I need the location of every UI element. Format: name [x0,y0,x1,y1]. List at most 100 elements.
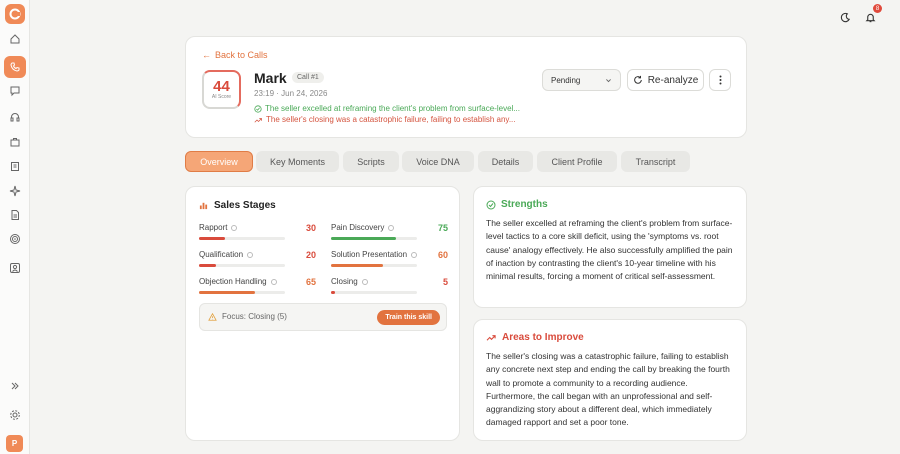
metric-value: 75 [437,223,448,233]
contact-name: Mark [254,70,287,86]
summary-strength-text: The seller excelled at reframing the cli… [265,104,520,113]
sidebar-item-home[interactable] [4,28,26,50]
improve-text: The seller's closing was a catastrophic … [486,351,730,428]
sidebar-item-deals[interactable] [4,131,26,153]
sidebar-item-calls[interactable] [4,56,26,78]
summary-strength: The seller excelled at reframing the cli… [254,104,520,113]
trend-icon [486,335,496,341]
chevrons-right-icon [11,382,19,390]
target-icon [10,234,20,244]
theme-toggle[interactable] [837,9,853,25]
ai-score-value: 44 [213,78,230,95]
info-icon[interactable] [411,251,418,258]
sidebar-item-documents[interactable] [4,204,26,226]
check-circle-icon [486,200,496,209]
tab-voice-dna[interactable]: Voice DNA [402,151,474,172]
improve-title: Areas to Improve [486,332,584,343]
back-to-calls-link[interactable]: ← Back to Calls [202,50,268,60]
call-header-card: ← Back to Calls 44 AI Score Mark Call #1… [185,36,747,138]
info-icon[interactable] [247,251,254,258]
more-options-button[interactable] [709,69,731,91]
reanalyze-label: Re-analyze [647,74,699,86]
metric-label: Closing [331,277,358,286]
headset-icon [10,113,20,122]
warning-icon [208,312,217,321]
strengths-text: The seller excelled at reframing the cli… [486,218,733,282]
sales-stages-card: Sales Stages Rapport 30 Pain Discovery 7… [185,186,460,441]
sparkle-icon [9,185,21,197]
info-icon[interactable] [361,278,368,285]
tab-details[interactable]: Details [478,151,533,172]
metric-bar [331,264,417,267]
metric-bar-fill [199,237,225,240]
metric-bar-fill [331,237,396,240]
metric-bar-fill [199,264,217,267]
status-select-value: Pending [551,75,581,85]
status-select[interactable]: Pending [542,69,621,91]
sidebar-item-users[interactable] [4,257,26,279]
metric-bar [199,291,285,294]
tab-key-moments[interactable]: Key Moments [256,151,339,172]
metric-label: Rapport [199,223,228,232]
chevron-down-icon [606,78,611,82]
metric-bar [331,291,417,294]
moon-icon [840,12,850,22]
sidebar: P [0,0,30,454]
call-timestamp: 23:19 · Jun 24, 2026 [254,89,328,98]
logo-icon [9,8,21,20]
check-circle-icon [254,104,262,113]
user-icon [10,263,20,273]
metric-bar [331,237,417,240]
strengths-card: Strengths The seller excelled at reframi… [473,186,747,308]
clipboard-icon [11,162,19,171]
sidebar-item-goals[interactable] [4,228,26,250]
refresh-icon [633,75,642,84]
sales-stages-title-text: Sales Stages [214,200,276,211]
metric-value: 60 [437,250,448,260]
tab-client-profile[interactable]: Client Profile [537,151,617,172]
strengths-title-text: Strengths [501,199,548,210]
metric-bar-fill [199,291,255,294]
tab-transcript[interactable]: Transcript [621,151,690,172]
briefcase-icon [10,138,20,147]
focus-text: Focus: Closing (5) [222,312,287,321]
reanalyze-button[interactable]: Re-analyze [627,69,704,91]
summary-weakness: The seller's closing was a catastrophic … [254,115,516,124]
strengths-title: Strengths [486,199,548,210]
sidebar-item-ai[interactable] [4,180,26,202]
sidebar-expand[interactable] [4,375,26,397]
info-icon[interactable] [270,278,277,285]
metric-value: 30 [305,223,316,233]
metric-label: Qualification [199,250,244,259]
sidebar-item-settings[interactable] [4,404,26,426]
avatar[interactable]: P [6,435,23,452]
ai-score-label: AI Score [211,94,232,100]
sidebar-item-messages[interactable] [4,80,26,102]
app-logo[interactable] [5,4,25,24]
home-icon [10,34,20,44]
phone-icon [10,62,20,72]
notification-count-badge: 8 [873,4,882,13]
tab-scripts[interactable]: Scripts [343,151,399,172]
call-number-badge: Call #1 [292,72,324,83]
metric-value: 20 [305,250,316,260]
metric-label: Objection Handling [199,277,267,286]
trend-icon [254,117,262,123]
bar-chart-icon [199,202,208,210]
arrow-left-icon: ← [202,50,211,60]
ai-score-ring: 44 AI Score [202,70,241,109]
train-skill-button[interactable]: Train this skill [377,310,440,325]
metric-bar-fill [331,264,383,267]
sales-stages-title: Sales Stages [199,200,276,211]
sidebar-item-tasks[interactable] [4,155,26,177]
metric-value: 65 [305,277,316,287]
focus-banner: Focus: Closing (5) Train this skill [199,303,447,331]
info-icon[interactable] [231,224,238,231]
tab-overview[interactable]: Overview [185,151,253,172]
info-icon[interactable] [388,224,395,231]
summary-weakness-text: The seller's closing was a catastrophic … [266,115,516,124]
sidebar-item-support[interactable] [4,106,26,128]
gear-icon [10,410,20,420]
bell-icon [865,13,875,22]
back-link-label: Back to Calls [215,50,268,60]
